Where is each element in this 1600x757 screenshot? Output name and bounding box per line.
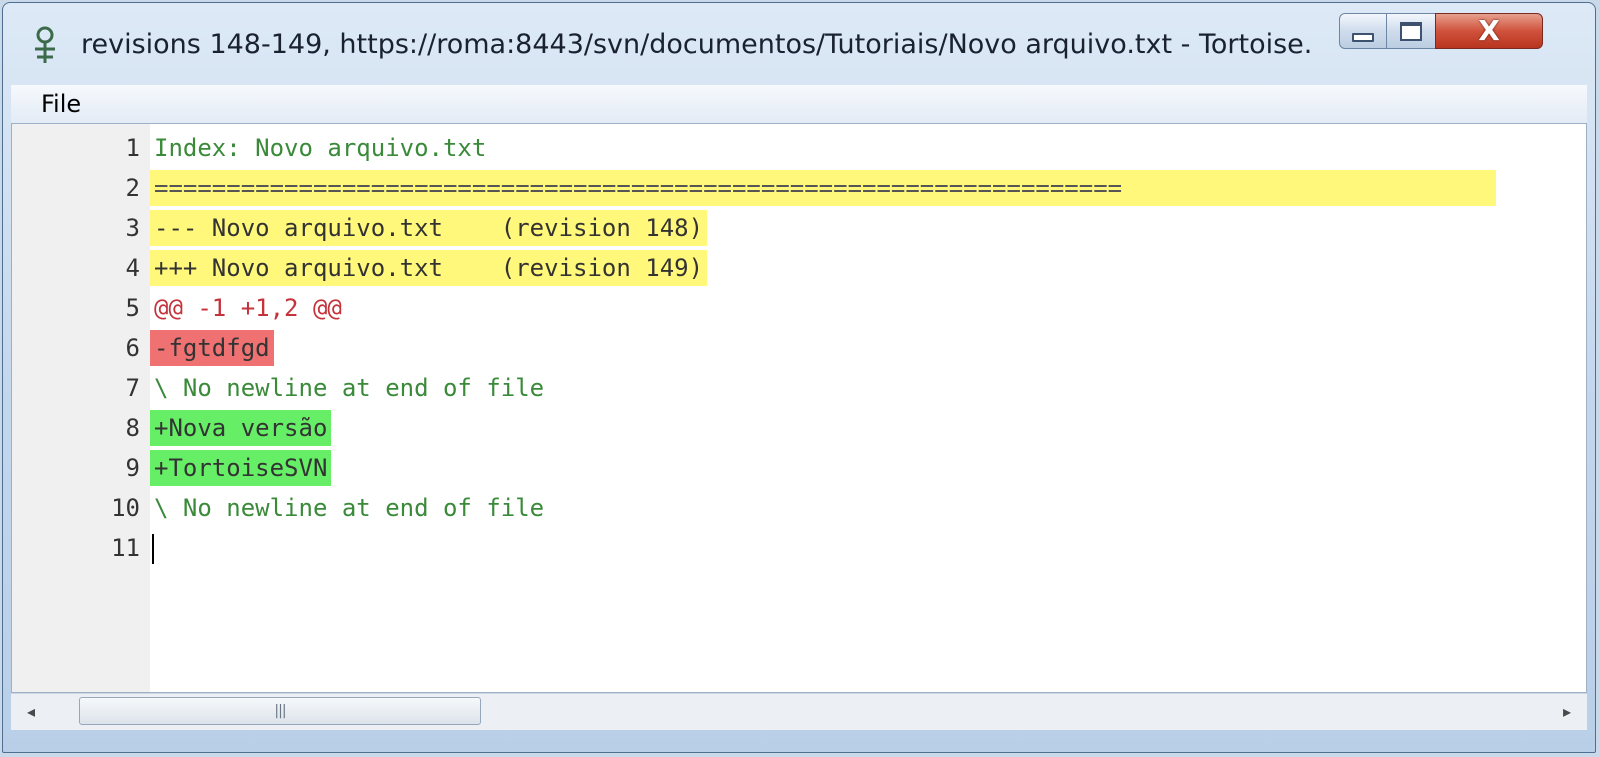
diff-line: 4 +++ Novo arquivo.txt (revision 149) <box>12 248 1586 288</box>
grip-icon: ||| <box>274 703 286 719</box>
line-number: 1 <box>125 134 140 162</box>
line-number: 9 <box>125 454 140 482</box>
diff-line: 10 \ No newline at end of file <box>12 488 1586 528</box>
line-number: 2 <box>125 174 140 202</box>
removed-line: -fgtdfgd <box>150 330 274 366</box>
title-bar[interactable]: revisions 148-149, https://roma:8443/svn… <box>3 3 1595 85</box>
diff-line: 2 ======================================… <box>12 168 1586 208</box>
maximize-icon <box>1400 21 1422 41</box>
minimize-icon <box>1352 32 1374 42</box>
minimize-button[interactable] <box>1339 13 1387 49</box>
menu-file[interactable]: File <box>41 89 81 119</box>
old-file-header-line: --- Novo arquivo.txt (revision 148) <box>150 210 708 246</box>
diff-viewer-window: revisions 148-149, https://roma:8443/svn… <box>2 2 1596 753</box>
added-line: +TortoiseSVN <box>150 450 332 486</box>
line-number: 5 <box>125 294 140 322</box>
diff-line: 6 -fgtdfgd <box>12 328 1586 368</box>
diff-line: 5 @@ -1 +1,2 @@ <box>12 288 1586 328</box>
hunk-header-line: @@ -1 +1,2 @@ <box>154 294 342 322</box>
line-number: 11 <box>111 534 140 562</box>
scroll-right-arrow-icon[interactable]: ▸ <box>1547 694 1587 730</box>
no-newline-note: \ No newline at end of file <box>154 374 545 402</box>
no-newline-note: \ No newline at end of file <box>154 494 545 522</box>
line-number: 10 <box>111 494 140 522</box>
diff-line: 7 \ No newline at end of file <box>12 368 1586 408</box>
line-number: 8 <box>125 414 140 442</box>
line-number: 3 <box>125 214 140 242</box>
diff-line: 11 <box>12 528 1586 568</box>
added-line: +Nova versão <box>150 410 332 446</box>
tortoisesvn-icon <box>35 26 55 63</box>
text-caret <box>152 534 154 564</box>
new-file-header-line: +++ Novo arquivo.txt (revision 149) <box>150 250 708 286</box>
diff-line: 8 +Nova versão <box>12 408 1586 448</box>
menu-bar: File <box>11 85 1587 124</box>
window-title: revisions 148-149, https://roma:8443/svn… <box>81 29 1311 60</box>
diff-line: 1 Index: Novo arquivo.txt <box>12 128 1586 168</box>
line-number: 7 <box>125 374 140 402</box>
line-number: 4 <box>125 254 140 282</box>
diff-line: 3 --- Novo arquivo.txt (revision 148) <box>12 208 1586 248</box>
close-icon: X <box>1478 14 1500 47</box>
scrollbar-thumb[interactable]: ||| <box>79 697 481 725</box>
diff-line: 9 +TortoiseSVN <box>12 448 1586 488</box>
scroll-left-arrow-icon[interactable]: ◂ <box>11 694 51 730</box>
separator-line: ========================================… <box>150 170 1496 206</box>
diff-editor[interactable]: 1 Index: Novo arquivo.txt 2 ============… <box>11 123 1587 693</box>
horizontal-scrollbar[interactable]: ◂ ||| ▸ <box>11 693 1587 730</box>
maximize-button[interactable] <box>1386 13 1436 49</box>
close-button[interactable]: X <box>1435 13 1543 49</box>
line-number: 6 <box>125 334 140 362</box>
index-header-line: Index: Novo arquivo.txt <box>154 134 487 162</box>
